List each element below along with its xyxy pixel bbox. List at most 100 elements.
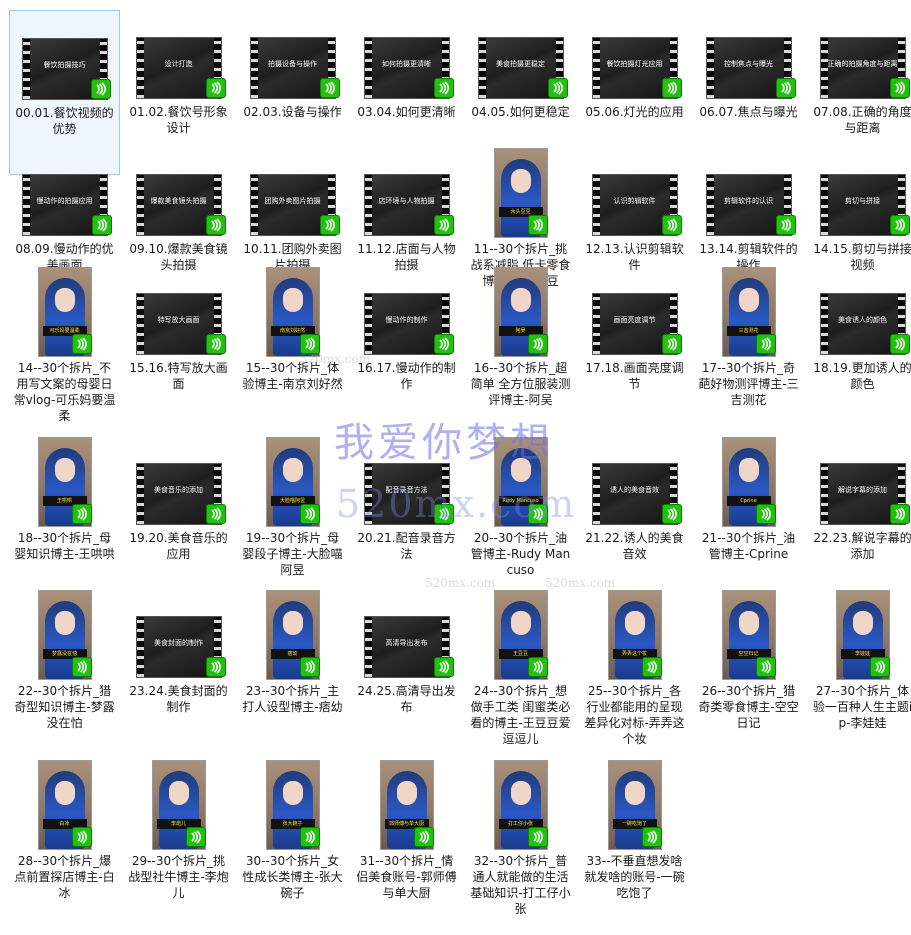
portrait-video-file-item[interactable]: 李炮儿 29--30个拆片_挑战型社牛博主-李炮儿 — [123, 759, 234, 924]
file-thumbnail: 剪辑软件的认识 — [693, 147, 804, 237]
portrait-video-file-item[interactable]: 李娃娃 27--30个拆片_体验一百种人生主题ip-李娃娃 — [807, 589, 911, 754]
video-player-icon — [890, 78, 910, 98]
thumbnail-caption: 画面亮度调节 — [613, 316, 656, 324]
thumbnail-caption: 解说字幕的添加 — [838, 486, 887, 494]
thumbnail-caption: 如何拍摄更清晰 — [382, 60, 431, 68]
video-player-icon — [206, 78, 226, 98]
thumbnail-caption: 餐饮拍摄灯光应用 — [606, 60, 663, 68]
file-thumbnail: 控制焦点与曝光 — [693, 10, 804, 100]
file-name-label: 00.01.餐饮视频的优势 — [15, 106, 114, 136]
video-file-item[interactable]: 诱人的美食音效 21.22.诱人的美食音效 — [579, 436, 690, 601]
file-thumbnail: 餐饮拍摄技巧 — [10, 11, 119, 101]
portrait-video-file-item[interactable]: 大脸喵阿昱 19--30个拆片_母婴段子博主-大脸喵阿昱 — [237, 436, 348, 601]
file-thumbnail: 白冰 — [9, 759, 120, 849]
file-thumbnail: 餐饮拍摄灯光应用 — [579, 10, 690, 100]
file-thumbnail: 郭师傅与单大厨 — [351, 759, 462, 849]
thumbnail-caption: 美食音乐的添加 — [154, 486, 203, 494]
file-name-label: 19.20.美食音乐的应用 — [129, 531, 228, 561]
portrait-video-file-item[interactable]: 痞幼 23--30个拆片_主打人设型博主-痞幼 — [237, 589, 348, 754]
video-file-item[interactable]: 慢动作的制作 16.17.慢动作的制作 — [351, 266, 462, 431]
video-player-icon — [72, 657, 92, 677]
thumbnail-caption: 配音录音方法 — [385, 486, 428, 494]
portrait-video-file-item[interactable]: 张大碗子 30--30个拆片_女性成长类博主-张大碗子 — [237, 759, 348, 924]
video-player-icon — [300, 334, 320, 354]
portrait-video-file-item[interactable]: 可乐妈要温柔 14--30个拆片_不用写文案的母婴日常vlog-可乐妈要温柔 — [9, 266, 120, 431]
file-thumbnail: 美食封面的制作 — [123, 589, 234, 679]
file-thumbnail: 南京刘好然 — [237, 266, 348, 356]
file-thumbnail: 拍摄设备与操作 — [237, 10, 348, 100]
video-player-icon — [890, 215, 910, 235]
file-name-label: 22.23.解说字幕的添加 — [813, 531, 911, 561]
portrait-video-file-item[interactable]: 王豆豆 24--30个拆片_想做手工类 闺蜜类必看的博主-王豆豆爱逗逗儿 — [465, 589, 576, 754]
portrait-video-file-item[interactable]: 空空日记 26--30个拆片_猎奇类零食博主-空空日记 — [693, 589, 804, 754]
portrait-video-file-item[interactable]: 打工仔小张 32--30个拆片_普通人就能做的生活基础知识-打工仔小张 — [465, 759, 576, 924]
portrait-video-file-item[interactable]: Cprine 21--30个拆片_油管博主-Cprine — [693, 436, 804, 601]
file-name-label: 18--30个拆片_母婴知识博主-王哄哄 — [14, 531, 115, 561]
thumbnail-caption: 特写放大画面 — [157, 316, 200, 324]
file-thumbnail: 打工仔小张 — [465, 759, 576, 849]
file-thumbnail: 正确的拍摄角度与距离 — [807, 10, 911, 100]
video-player-icon — [776, 78, 796, 98]
file-thumbnail: 如何拍摄更清晰 — [351, 10, 462, 100]
file-thumbnail: 诱人的美食音效 — [579, 436, 690, 526]
video-player-icon — [434, 78, 454, 98]
file-name-label: 32--30个拆片_普通人就能做的生活基础知识-打工仔小张 — [470, 854, 571, 916]
video-file-item[interactable]: 配音录音方法 20.21.配音录音方法 — [351, 436, 462, 601]
thumbnail-caption: 美食拍摄更稳定 — [496, 60, 545, 68]
video-player-icon — [206, 657, 226, 677]
file-name-label: 21.22.诱人的美食音效 — [585, 531, 684, 561]
portrait-video-file-item[interactable]: 白冰 28--30个拆片_爆点前置探店博主-白冰 — [9, 759, 120, 924]
video-player-icon — [756, 504, 776, 524]
thumbnail-caption: 店环境与人物拍摄 — [378, 197, 435, 205]
video-player-icon — [414, 827, 434, 847]
file-thumbnail: 三吉测花 — [693, 266, 804, 356]
video-player-icon — [434, 657, 454, 677]
portrait-video-file-item[interactable]: 弄弄这个妆 25--30个拆片_各行业都能用的呈现差异化对标-弄弄这个妆 — [579, 589, 690, 754]
video-player-icon — [206, 215, 226, 235]
file-thumbnail: 美食音乐的添加 — [123, 436, 234, 526]
portrait-video-file-item[interactable]: 南京刘好然 15--30个拆片_体验博主-南京刘好然 — [237, 266, 348, 431]
video-file-item[interactable]: 美食音乐的添加 19.20.美食音乐的应用 — [123, 436, 234, 601]
file-name-label: 23--30个拆片_主打人设型博主-痞幼 — [242, 684, 343, 714]
file-thumbnail: 王豆豆 — [465, 589, 576, 679]
video-file-item[interactable]: 特写放大画面 15.16.特写放大画面 — [123, 266, 234, 431]
file-thumbnail: 痞幼 — [237, 589, 348, 679]
file-name-label: 14--30个拆片_不用写文案的母婴日常vlog-可乐妈要温柔 — [13, 361, 116, 423]
file-thumbnail: 慢动作的制作 — [351, 266, 462, 356]
file-thumbnail: 美食诱人的颜色 — [807, 266, 911, 356]
video-player-icon — [662, 215, 682, 235]
thumbnail-caption: 控制焦点与曝光 — [724, 60, 773, 68]
portrait-video-file-item[interactable]: 三吉测花 17--30个拆片_奇葩好物测评博主-三吉测花 — [693, 266, 804, 431]
video-file-item[interactable]: 画面亮度调节 17.18.画面亮度调节 — [579, 266, 690, 431]
file-name-label: 01.02.餐饮号形象设计 — [129, 105, 228, 135]
thumbnail-caption: 剪切与拼接 — [845, 197, 880, 205]
video-file-item[interactable]: 美食封面的制作 23.24.美食封面的制作 — [123, 589, 234, 754]
portrait-video-file-item[interactable]: Rudy Mancuso 20--30个拆片_油管博主-Rudy Mancuso — [465, 436, 576, 601]
portrait-video-file-item[interactable]: 阿吴 16--30个拆片_超简单 全方位服装测评博主-阿吴 — [465, 266, 576, 431]
video-player-icon — [642, 827, 662, 847]
video-player-icon — [300, 657, 320, 677]
video-player-icon — [528, 657, 548, 677]
video-player-icon — [206, 334, 226, 354]
file-thumbnail: 弄弄这个妆 — [579, 589, 690, 679]
file-name-label: 17--30个拆片_奇葩好物测评博主-三吉测花 — [698, 361, 799, 407]
file-name-label: 24.25.高清导出发布 — [357, 684, 456, 714]
file-name-label: 04.05.如何更稳定 — [471, 105, 570, 119]
file-thumbnail: 剪切与拼接 — [807, 147, 911, 237]
portrait-video-file-item[interactable]: 郭师傅与单大厨 31--30个拆片_情侣美食账号-郭师傅与单大厨 — [351, 759, 462, 924]
video-player-icon — [320, 78, 340, 98]
video-player-icon — [72, 827, 92, 847]
thumbnail-caption: 高清导出发布 — [385, 639, 428, 647]
portrait-video-file-item[interactable]: 一碗吃饱了 33--不垂直想发啥就发啥的账号-一碗吃饱了 — [579, 759, 690, 924]
video-file-item[interactable]: 高清导出发布 24.25.高清导出发布 — [351, 589, 462, 754]
video-file-item[interactable]: 解说字幕的添加 22.23.解说字幕的添加 — [807, 436, 911, 601]
file-thumbnail: 配音录音方法 — [351, 436, 462, 526]
file-thumbnail: Rudy Mancuso — [465, 436, 576, 526]
portrait-video-file-item[interactable]: 梦露没在怕 22--30个拆片_猎奇型知识博主-梦露没在怕 — [9, 589, 120, 754]
video-player-icon — [528, 334, 548, 354]
video-player-icon — [662, 78, 682, 98]
portrait-video-file-item[interactable]: 王哄哄 18--30个拆片_母婴知识博主-王哄哄 — [9, 436, 120, 601]
video-file-item[interactable]: 美食诱人的颜色 18.19.更加诱人的颜色 — [807, 266, 911, 431]
file-grid: 餐饮拍摄技巧 00.01.餐饮视频的优势 设计打造 01.02.餐饮号形象设计 拍摄设备… — [0, 0, 911, 935]
file-thumbnail: 高清导出发布 — [351, 589, 462, 679]
